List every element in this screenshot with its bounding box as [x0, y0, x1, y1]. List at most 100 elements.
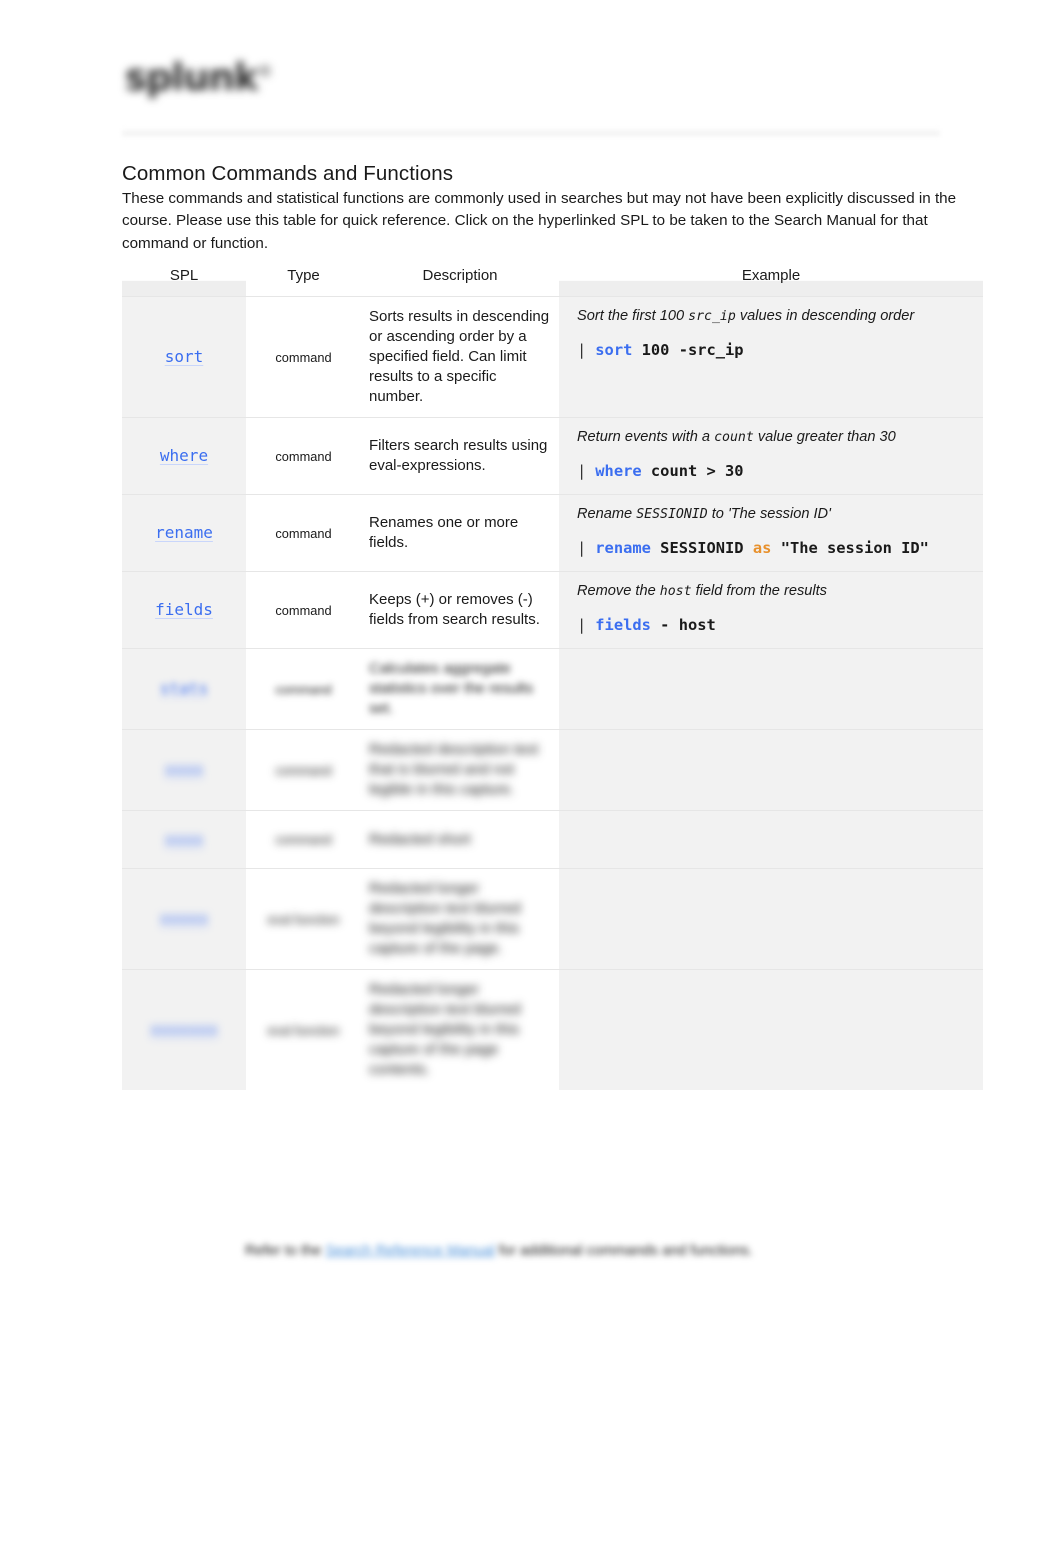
table-row: xxxxx eval function Redacted longer descri…	[122, 868, 983, 970]
column-header-spl: SPL	[122, 259, 246, 297]
cell-type: command	[246, 648, 361, 730]
example-spl-code	[577, 674, 973, 692]
column-header-example: Example	[559, 259, 983, 297]
document-page: splunk® Common Commands and Functions Th…	[0, 0, 1062, 1556]
cell-description: Redacted longer description text blurred…	[361, 969, 559, 1090]
cell-description: Renames one or more fields.	[361, 494, 559, 572]
example-command-name: where	[595, 462, 642, 480]
type-label: command	[275, 525, 332, 541]
cell-type: command	[246, 296, 361, 418]
example-caption-post: to 'The session ID'	[707, 506, 831, 522]
registered-mark-icon: ®	[257, 62, 272, 81]
footer-text-before: Refer to the	[245, 1243, 326, 1259]
example-caption-post: values in descending order	[735, 308, 915, 324]
cell-spl: fields	[122, 571, 246, 649]
cell-spl: xxxx	[122, 810, 246, 869]
spl-command-link[interactable]: stats	[160, 679, 208, 698]
cell-description: Keeps (+) or removes (-) fields from sea…	[361, 571, 559, 649]
cell-example	[559, 648, 983, 730]
description-text: Calculates aggregate statistics over the…	[369, 660, 534, 717]
type-label: eval function	[267, 1022, 340, 1038]
cell-spl: xxxxxxx	[122, 969, 246, 1090]
table-row: fields command Keeps (+) or removes (-) fi…	[122, 571, 983, 649]
example-command-name: fields	[595, 616, 651, 634]
search-reference-manual-link[interactable]: Search Reference Manual	[325, 1243, 495, 1259]
example-command-name: sort	[595, 341, 633, 359]
footer-text-after: for additional commands and functions.	[494, 1243, 753, 1259]
cell-description: Sorts results in descending or ascending…	[361, 296, 559, 418]
cell-type: command	[246, 810, 361, 869]
example-spl-code	[577, 995, 973, 1013]
cell-spl: sort	[122, 296, 246, 418]
cell-spl: stats	[122, 648, 246, 730]
cell-description: Redacted short	[361, 810, 559, 869]
example-caption-pre: Sort the first 100	[577, 308, 689, 324]
cell-spl: rename	[122, 494, 246, 572]
example-command-args: - host	[660, 616, 716, 634]
type-label: command	[275, 762, 332, 778]
page-title: Common Commands and Functions	[122, 162, 454, 185]
example-caption-pre: Return events with a	[577, 429, 715, 445]
spl-command-link[interactable]: xxxxx	[160, 909, 208, 928]
cell-type: command	[246, 729, 361, 811]
example-spl-code	[577, 836, 973, 854]
example-command-name: rename	[595, 539, 651, 557]
description-text: Redacted longer description text blurred…	[369, 981, 521, 1078]
cell-example: Rename SESSIONID to 'The session ID' | ren…	[559, 494, 983, 572]
cell-type: command	[246, 417, 361, 495]
type-label: command	[275, 448, 332, 464]
example-spl-code: | fields - host	[577, 616, 973, 634]
cell-description: Filters search results using eval-expres…	[361, 417, 559, 495]
example-caption-field: SESSIONID	[636, 507, 708, 522]
spl-command-link[interactable]: fields	[155, 600, 213, 619]
spl-command-link[interactable]: sort	[165, 347, 204, 366]
example-keyword: as	[752, 539, 772, 557]
cell-example: Remove the host field from the results | f…	[559, 571, 983, 649]
example-command-tail: "The session ID"	[780, 539, 929, 557]
header-divider	[122, 128, 940, 137]
cell-example	[559, 729, 983, 811]
example-spl-code	[577, 755, 973, 773]
example-caption-field: count	[714, 430, 754, 445]
spl-command-link[interactable]: rename	[155, 523, 213, 542]
footer-note: Refer to the Search Reference Manual for…	[245, 1243, 855, 1259]
example-caption-pre: Remove the	[577, 583, 660, 599]
cell-spl: where	[122, 417, 246, 495]
table-row: rename command Renames one or more fields.…	[122, 494, 983, 572]
table-row: xxxxxxx eval function Redacted longer desc…	[122, 969, 983, 1090]
splunk-logo: splunk®	[125, 56, 272, 99]
table-row: xxxx command Redacted description text tha…	[122, 729, 983, 811]
example-command-args: 100 -src_ip	[641, 341, 744, 359]
description-text: Keeps (+) or removes (-) fields from sea…	[369, 591, 540, 628]
example-caption: Remove the host field from the results	[577, 582, 973, 601]
type-label: command	[275, 349, 332, 365]
example-caption-post: value greater than 30	[753, 429, 896, 445]
spl-command-link[interactable]: where	[160, 446, 208, 465]
example-caption-post: field from the results	[691, 583, 827, 599]
spl-command-link[interactable]: xxxx	[165, 760, 204, 779]
description-text: Redacted longer description text blurred…	[369, 880, 521, 957]
type-label: command	[275, 832, 332, 847]
spl-command-link[interactable]: xxxx	[165, 830, 204, 849]
commands-table: SPL Type Description Example sort command…	[122, 259, 983, 1090]
type-label: command	[275, 602, 332, 618]
cell-type: command	[246, 494, 361, 572]
cell-example	[559, 810, 983, 869]
cell-spl: xxxx	[122, 729, 246, 811]
example-caption: Rename SESSIONID to 'The session ID'	[577, 505, 973, 524]
table-header-row: SPL Type Description Example	[122, 259, 983, 297]
description-text: Redacted short	[369, 830, 471, 848]
description-text: Renames one or more fields.	[369, 514, 519, 551]
cell-type: eval function	[246, 868, 361, 970]
cell-description: Calculates aggregate statistics over the…	[361, 648, 559, 730]
table-body: sort command Sorts results in descending o…	[122, 296, 983, 1090]
table-row: where command Filters search results using…	[122, 417, 983, 495]
cell-example: Return events with a count value greater…	[559, 417, 983, 495]
spl-command-link[interactable]: xxxxxxx	[150, 1020, 217, 1039]
example-spl-code: | where count > 30	[577, 462, 973, 480]
description-text: Redacted description text that is blurre…	[369, 741, 539, 798]
cell-example	[559, 969, 983, 1090]
pipe-symbol: |	[577, 341, 587, 359]
page-header: splunk®	[122, 52, 940, 137]
table-row: xxxx command Redacted short	[122, 810, 983, 869]
